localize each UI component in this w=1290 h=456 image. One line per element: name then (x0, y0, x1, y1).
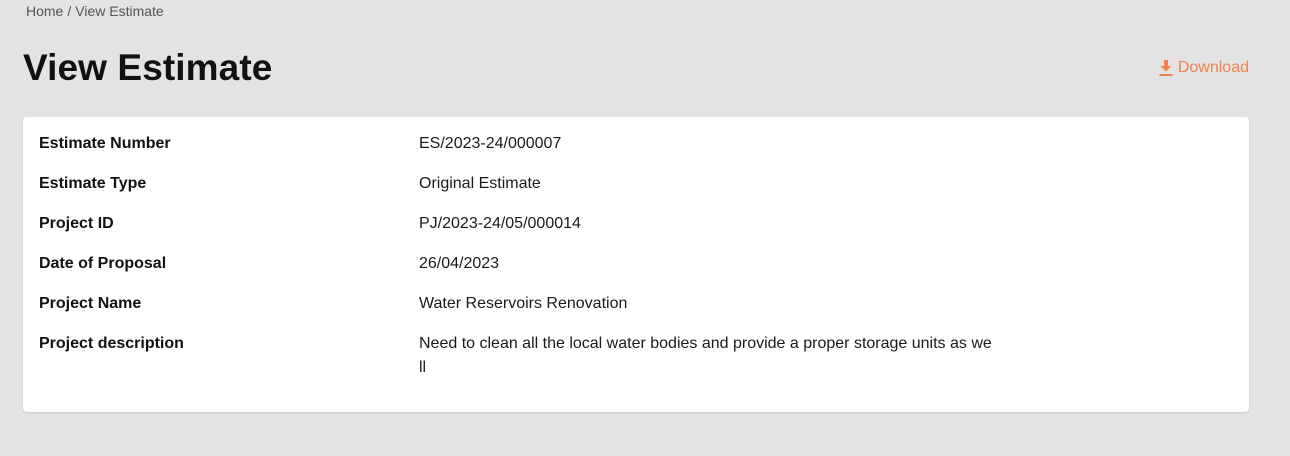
detail-label: Estimate Number (39, 135, 171, 152)
estimate-details-card: Estimate Number ES/2023-24/000007 Estima… (23, 117, 1249, 412)
detail-row-project-name: Project Name Water Reservoirs Renovation (39, 292, 1229, 316)
detail-row-estimate-number: Estimate Number ES/2023-24/000007 (39, 132, 1229, 156)
breadcrumb: Home / View Estimate (26, 3, 164, 19)
detail-value: Water Reservoirs Renovation (419, 295, 628, 312)
detail-label: Project Name (39, 295, 142, 312)
breadcrumb-current: View Estimate (75, 3, 164, 19)
detail-label: Date of Proposal (39, 255, 167, 272)
view-estimate-page: Home / View Estimate View Estimate Downl… (0, 0, 1290, 456)
detail-value: ES/2023-24/000007 (419, 135, 562, 152)
download-button[interactable]: Download (1158, 59, 1249, 77)
detail-value: PJ/2023-24/05/000014 (419, 215, 581, 232)
detail-value: Original Estimate (419, 175, 541, 192)
detail-label: Project ID (39, 215, 114, 232)
detail-row-project-id: Project ID PJ/2023-24/05/000014 (39, 212, 1229, 236)
download-icon (1158, 59, 1174, 77)
breadcrumb-separator: / (67, 3, 72, 19)
detail-row-estimate-type: Estimate Type Original Estimate (39, 172, 1229, 196)
page-title: View Estimate (23, 47, 273, 88)
detail-row-date-of-proposal: Date of Proposal 26/04/2023 (39, 252, 1229, 276)
detail-label: Project description (39, 335, 184, 352)
detail-value: 26/04/2023 (419, 255, 500, 272)
detail-value: Need to clean all the local water bodies… (419, 335, 992, 376)
breadcrumb-home-link[interactable]: Home (26, 3, 63, 19)
detail-row-project-description: Project description Need to clean all th… (39, 332, 1229, 380)
download-label: Download (1177, 59, 1249, 76)
detail-label: Estimate Type (39, 175, 147, 192)
